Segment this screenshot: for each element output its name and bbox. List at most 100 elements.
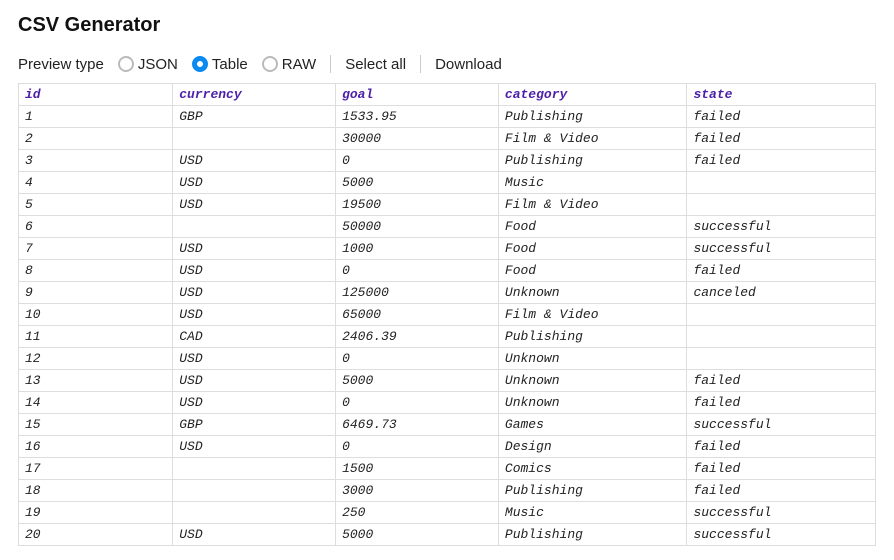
- cell-state[interactable]: successful: [687, 414, 876, 436]
- cell-category[interactable]: Music: [498, 502, 687, 524]
- table-row[interactable]: 183000Publishingfailed: [19, 480, 876, 502]
- cell-category[interactable]: Unknown: [498, 282, 687, 304]
- table-row[interactable]: 16USD0Designfailed: [19, 436, 876, 458]
- cell-currency[interactable]: [173, 480, 336, 502]
- cell-goal[interactable]: 30000: [336, 128, 499, 150]
- cell-id[interactable]: 12: [19, 348, 173, 370]
- cell-currency[interactable]: CAD: [173, 326, 336, 348]
- cell-id[interactable]: 9: [19, 282, 173, 304]
- cell-goal[interactable]: 19500: [336, 194, 499, 216]
- table-row[interactable]: 650000Foodsuccessful: [19, 216, 876, 238]
- table-row[interactable]: 5USD19500Film & Video: [19, 194, 876, 216]
- table-row[interactable]: 171500Comicsfailed: [19, 458, 876, 480]
- cell-goal[interactable]: 125000: [336, 282, 499, 304]
- cell-id[interactable]: 6: [19, 216, 173, 238]
- cell-state[interactable]: successful: [687, 524, 876, 546]
- cell-id[interactable]: 14: [19, 392, 173, 414]
- cell-id[interactable]: 18: [19, 480, 173, 502]
- cell-id[interactable]: 4: [19, 172, 173, 194]
- cell-category[interactable]: Film & Video: [498, 194, 687, 216]
- cell-goal[interactable]: 1000: [336, 238, 499, 260]
- cell-state[interactable]: successful: [687, 502, 876, 524]
- cell-category[interactable]: Film & Video: [498, 304, 687, 326]
- radio-json[interactable]: JSON: [118, 56, 178, 73]
- cell-id[interactable]: 1: [19, 106, 173, 128]
- cell-goal[interactable]: 5000: [336, 524, 499, 546]
- radio-table[interactable]: Table: [192, 56, 248, 73]
- cell-goal[interactable]: 0: [336, 436, 499, 458]
- cell-category[interactable]: Publishing: [498, 524, 687, 546]
- table-row[interactable]: 14USD0Unknownfailed: [19, 392, 876, 414]
- cell-goal[interactable]: 250: [336, 502, 499, 524]
- cell-id[interactable]: 15: [19, 414, 173, 436]
- cell-state[interactable]: failed: [687, 436, 876, 458]
- cell-currency[interactable]: USD: [173, 304, 336, 326]
- cell-category[interactable]: Unknown: [498, 370, 687, 392]
- cell-currency[interactable]: USD: [173, 436, 336, 458]
- cell-state[interactable]: failed: [687, 106, 876, 128]
- cell-category[interactable]: Unknown: [498, 348, 687, 370]
- cell-id[interactable]: 10: [19, 304, 173, 326]
- table-row[interactable]: 9USD125000Unknowncanceled: [19, 282, 876, 304]
- cell-state[interactable]: failed: [687, 128, 876, 150]
- cell-currency[interactable]: GBP: [173, 414, 336, 436]
- cell-currency[interactable]: USD: [173, 150, 336, 172]
- cell-goal[interactable]: 1500: [336, 458, 499, 480]
- table-row[interactable]: 11CAD2406.39Publishing: [19, 326, 876, 348]
- cell-id[interactable]: 5: [19, 194, 173, 216]
- cell-category[interactable]: Comics: [498, 458, 687, 480]
- cell-id[interactable]: 13: [19, 370, 173, 392]
- cell-category[interactable]: Games: [498, 414, 687, 436]
- cell-goal[interactable]: 6469.73: [336, 414, 499, 436]
- cell-goal[interactable]: 0: [336, 348, 499, 370]
- cell-state[interactable]: failed: [687, 392, 876, 414]
- cell-state[interactable]: failed: [687, 260, 876, 282]
- cell-currency[interactable]: GBP: [173, 106, 336, 128]
- cell-goal[interactable]: 5000: [336, 370, 499, 392]
- cell-state[interactable]: [687, 348, 876, 370]
- cell-id[interactable]: 8: [19, 260, 173, 282]
- cell-category[interactable]: Unknown: [498, 392, 687, 414]
- cell-category[interactable]: Food: [498, 260, 687, 282]
- radio-raw[interactable]: RAW: [262, 56, 316, 73]
- cell-category[interactable]: Publishing: [498, 150, 687, 172]
- table-row[interactable]: 10USD65000Film & Video: [19, 304, 876, 326]
- cell-category[interactable]: Food: [498, 216, 687, 238]
- table-row[interactable]: 13USD5000Unknownfailed: [19, 370, 876, 392]
- cell-state[interactable]: canceled: [687, 282, 876, 304]
- col-state[interactable]: state: [687, 84, 876, 106]
- cell-currency[interactable]: USD: [173, 172, 336, 194]
- col-id[interactable]: id: [19, 84, 173, 106]
- cell-id[interactable]: 20: [19, 524, 173, 546]
- cell-goal[interactable]: 0: [336, 392, 499, 414]
- table-row[interactable]: 4USD5000Music: [19, 172, 876, 194]
- table-row[interactable]: 12USD0Unknown: [19, 348, 876, 370]
- cell-goal[interactable]: 1533.95: [336, 106, 499, 128]
- cell-state[interactable]: [687, 304, 876, 326]
- col-goal[interactable]: goal: [336, 84, 499, 106]
- cell-currency[interactable]: USD: [173, 238, 336, 260]
- cell-currency[interactable]: USD: [173, 348, 336, 370]
- cell-id[interactable]: 7: [19, 238, 173, 260]
- cell-state[interactable]: [687, 194, 876, 216]
- cell-goal[interactable]: 5000: [336, 172, 499, 194]
- cell-currency[interactable]: [173, 128, 336, 150]
- select-all-button[interactable]: Select all: [345, 56, 406, 73]
- cell-id[interactable]: 16: [19, 436, 173, 458]
- cell-goal[interactable]: 50000: [336, 216, 499, 238]
- cell-id[interactable]: 11: [19, 326, 173, 348]
- table-row[interactable]: 7USD1000Foodsuccessful: [19, 238, 876, 260]
- cell-state[interactable]: successful: [687, 238, 876, 260]
- table-row[interactable]: 2 30000Film & Videofailed: [19, 128, 876, 150]
- cell-id[interactable]: 2: [19, 128, 173, 150]
- cell-state[interactable]: failed: [687, 150, 876, 172]
- cell-category[interactable]: Design: [498, 436, 687, 458]
- cell-category[interactable]: Film & Video: [498, 128, 687, 150]
- col-category[interactable]: category: [498, 84, 687, 106]
- cell-goal[interactable]: 0: [336, 150, 499, 172]
- table-row[interactable]: 1GBP1533.95Publishingfailed: [19, 106, 876, 128]
- cell-state[interactable]: [687, 326, 876, 348]
- cell-category[interactable]: Publishing: [498, 326, 687, 348]
- table-row[interactable]: 3USD0Publishingfailed: [19, 150, 876, 172]
- cell-currency[interactable]: [173, 458, 336, 480]
